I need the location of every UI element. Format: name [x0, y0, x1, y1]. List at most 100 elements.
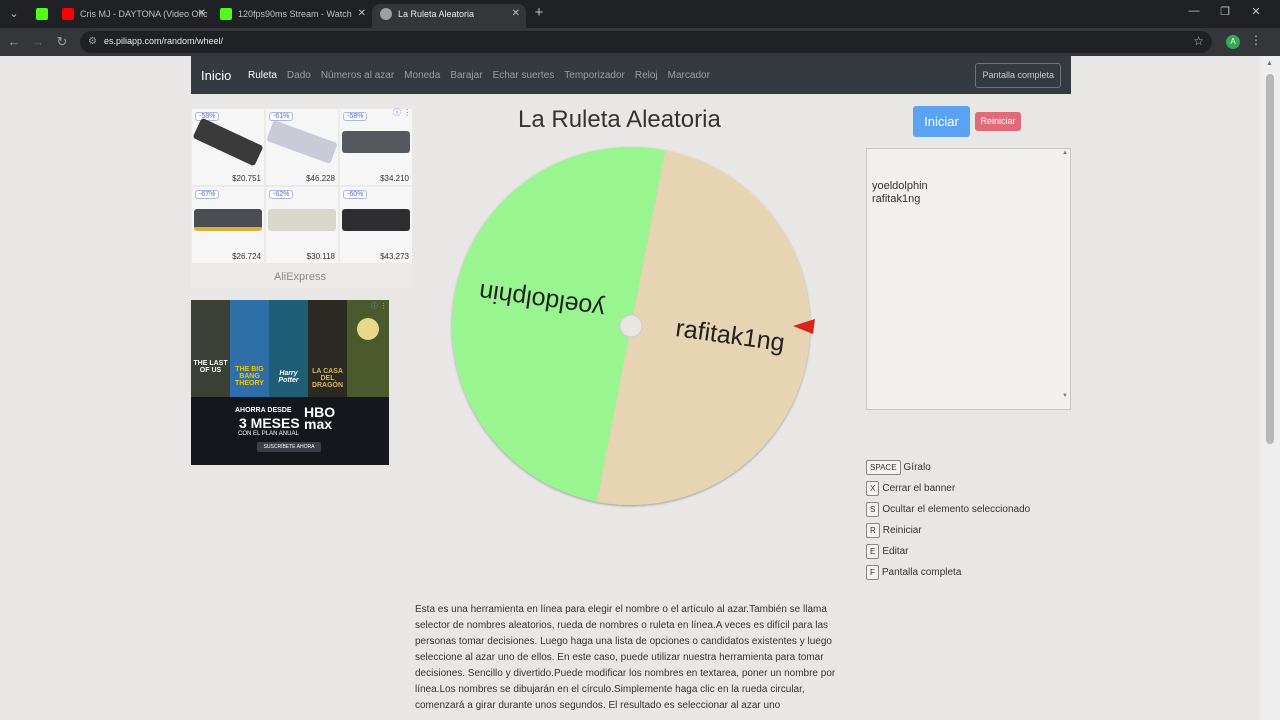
ad-offer: 3 MESES [239, 415, 300, 431]
hbo-max-logo: HBO max [304, 404, 336, 432]
piliapp-favicon-icon [380, 8, 392, 20]
ad-subtext: CON EL PLAN ANUAL [238, 431, 299, 437]
ad-product[interactable]: -58% $34.210 [340, 109, 412, 185]
hbo-max-ad[interactable]: THE LAST OF US THE BIG BANG THEORY Harry… [191, 300, 389, 465]
site-info-icon[interactable]: ⚙ [88, 36, 100, 48]
nav-link-temporizador[interactable]: Temporizador [564, 70, 625, 81]
shortcut-row: R Reiniciar [866, 522, 922, 539]
address-bar[interactable]: ⚙ es.piliapp.com/random/wheel/ ☆ [80, 31, 1212, 53]
back-icon[interactable]: ← [6, 34, 22, 50]
name-entry: yoeldolphin [872, 180, 928, 192]
close-tab-icon[interactable]: ✕ [512, 4, 520, 24]
ad-headline: AHORRA DESDE [235, 407, 292, 414]
shortcut-key: X [866, 481, 880, 497]
tab-title: La Ruleta Aleatoria [398, 9, 475, 19]
close-tab-icon[interactable]: ✕ [198, 4, 206, 24]
forward-icon[interactable]: → [30, 34, 46, 50]
names-textarea[interactable]: yoeldolphin rafitak1ng ▲ ▼ [866, 148, 1071, 410]
product-price: $30.118 [306, 252, 335, 261]
scroll-down-icon[interactable]: ▼ [1062, 393, 1068, 399]
keyboard-image [342, 131, 410, 153]
close-window-icon[interactable]: ✕ [1248, 5, 1264, 18]
browser-toolbar: ← → ↻ ⚙ es.piliapp.com/random/wheel/ ☆ [0, 28, 1280, 56]
ad-poster: THE BIG BANG THEORY [230, 300, 269, 397]
nav-link-echar-suertes[interactable]: Echar suertes [493, 70, 555, 81]
shortcut-label: Ocultar el elemento seleccionado [882, 504, 1031, 516]
shortcut-label: Reiniciar [882, 525, 922, 537]
nav-link-ruleta[interactable]: Ruleta [248, 70, 277, 81]
browser-tab-bar: ⌄ Cris MJ - DAYTONA (Video Ofic ✕ 120fps… [0, 0, 1280, 28]
site-navbar: Inicio Ruleta Dado Números al azar Moned… [191, 56, 1071, 94]
tab-search-icon[interactable]: ⌄ [6, 6, 22, 22]
tab-title: Cris MJ - DAYTONA (Video Ofic [80, 9, 208, 19]
shortcut-key: F [866, 565, 879, 581]
kick-favicon-icon [220, 8, 232, 20]
roulette-wheel[interactable]: yoeldolphin rafitak1ng [446, 144, 818, 516]
page-title: La Ruleta Aleatoria [518, 106, 721, 133]
nav-link-reloj[interactable]: Reloj [635, 70, 658, 81]
wheel-center-hub [619, 314, 643, 338]
product-price: $26.724 [232, 252, 261, 261]
product-price: $46.228 [306, 174, 335, 183]
shortcut-key: R [866, 523, 880, 539]
nav-link-moneda[interactable]: Moneda [404, 70, 440, 81]
reload-icon[interactable]: ↻ [54, 34, 70, 50]
shortcut-key: SPACE [866, 460, 901, 476]
ad-poster: THE LAST OF US [191, 300, 230, 397]
shortcut-label: Pantalla completa [881, 567, 962, 579]
shortcut-label: Editar [882, 546, 909, 558]
ad-product[interactable]: -60% $43.273 [340, 187, 412, 263]
nav-brand-link[interactable]: Inicio [201, 68, 231, 83]
shortcut-key: E [866, 544, 880, 560]
aliexpress-ad[interactable]: -58% $20.751 -61% $46.228 -58% $34.210 -… [191, 108, 412, 288]
scroll-up-icon[interactable]: ▲ [1062, 150, 1068, 156]
nav-link-dado[interactable]: Dado [287, 70, 311, 81]
advertiser-name[interactable]: AliExpress [274, 271, 326, 283]
kick-favicon-icon [36, 8, 48, 20]
start-button[interactable]: Iniciar [913, 106, 970, 137]
restore-icon[interactable]: ❐ [1217, 5, 1233, 18]
subscribe-button[interactable]: SUSCRÍBETE AHORA [257, 442, 321, 452]
nav-links: Ruleta Dado Números al azar Moneda Baraj… [248, 70, 720, 81]
new-tab-icon[interactable]: + [532, 5, 546, 21]
nav-link-numeros[interactable]: Números al azar [321, 70, 394, 81]
keyboard-image [342, 209, 410, 231]
scrollbar-thumb[interactable] [1266, 74, 1274, 444]
ad-poster: Harry Potter [269, 300, 308, 397]
ad-choices-icon[interactable]: ⓘ ⋮ [393, 107, 411, 118]
discount-badge: -58% [343, 112, 368, 121]
shortcut-label: Cerrar el banner [882, 483, 956, 495]
nav-link-marcador[interactable]: Marcador [668, 70, 710, 81]
product-price: $43.273 [380, 252, 409, 261]
ad-choices-icon[interactable]: ⓘ ⋮ [371, 301, 387, 311]
tab-pinned[interactable] [28, 4, 54, 28]
browser-menu-icon[interactable]: ⋮ [1250, 33, 1262, 47]
ad-product[interactable]: -58% $20.751 [192, 109, 264, 185]
scroll-up-icon[interactable]: ▲ [1266, 60, 1273, 67]
profile-avatar[interactable]: A [1226, 35, 1240, 49]
ad-product[interactable]: -67% $26.724 [192, 187, 264, 263]
keyboard-image [268, 209, 336, 231]
discount-badge: -67% [195, 190, 220, 199]
bookmark-star-icon[interactable]: ☆ [1193, 34, 1204, 48]
page-scrollbar[interactable]: ▲ [1260, 56, 1280, 720]
nav-link-barajar[interactable]: Barajar [450, 70, 482, 81]
minimize-icon[interactable]: — [1186, 5, 1202, 17]
shortcut-key: S [866, 502, 880, 518]
keyboard-image [192, 117, 264, 167]
ad-product[interactable]: -61% $46.228 [266, 109, 338, 185]
name-entry: rafitak1ng [872, 193, 921, 205]
keyboard-image [194, 209, 262, 231]
ad-poster [347, 300, 389, 397]
url-text[interactable]: es.piliapp.com/random/wheel/ [104, 36, 223, 46]
ad-poster: LA CASA DEL DRAGÓN [308, 300, 347, 397]
shortcut-label: Gíralo [903, 462, 931, 474]
tab-ruleta[interactable]: La Ruleta Aleatoria ✕ [372, 4, 526, 28]
ad-product[interactable]: -62% $30.118 [266, 187, 338, 263]
fullscreen-button[interactable]: Pantalla completa [975, 63, 1061, 88]
shortcut-row: X Cerrar el banner [866, 480, 956, 497]
close-tab-icon[interactable]: ✕ [358, 4, 366, 24]
tab-youtube[interactable]: Cris MJ - DAYTONA (Video Ofic ✕ [54, 4, 212, 28]
reset-button[interactable]: Reiniciar [975, 112, 1021, 131]
tab-kick-stream[interactable]: 120fps90ms Stream - Watch ✕ [212, 4, 372, 28]
